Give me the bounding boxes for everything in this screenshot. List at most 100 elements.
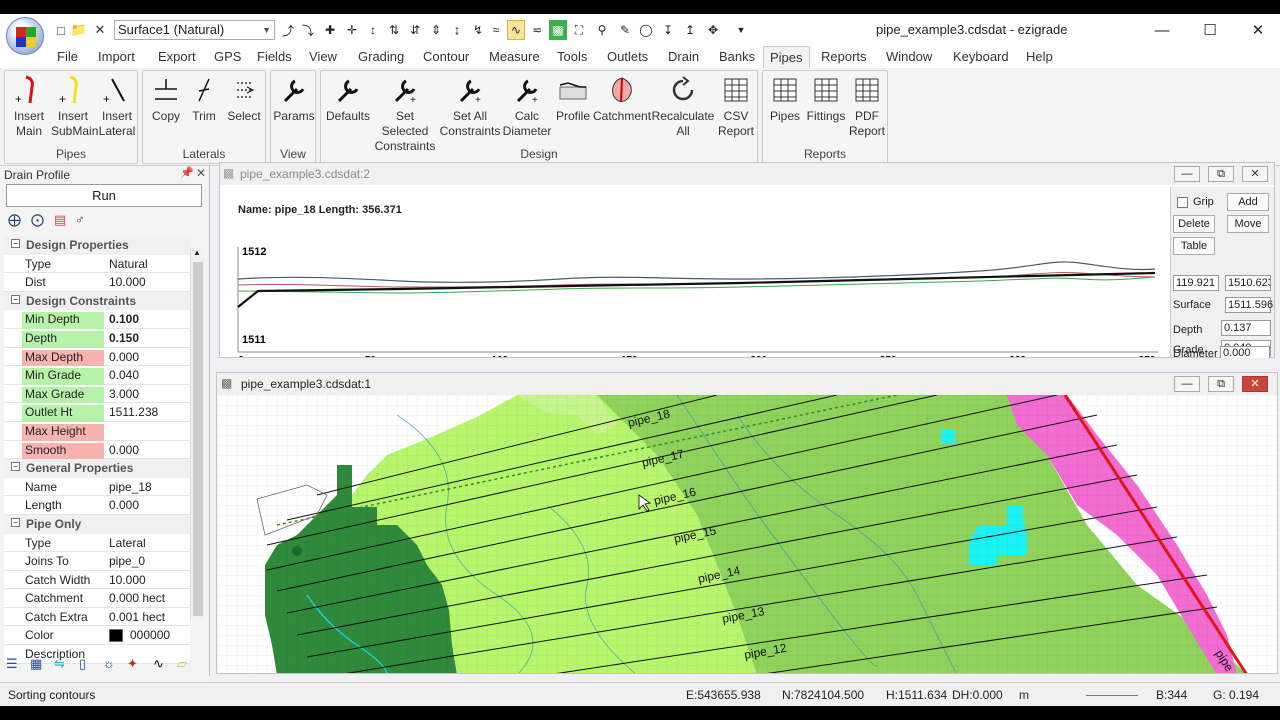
- height-tool-6-icon[interactable]: ↯: [469, 20, 487, 40]
- distance-field[interactable]: 119.921: [1173, 275, 1219, 291]
- scroll-up-icon[interactable]: ▲: [193, 248, 201, 257]
- bank-tool-icon[interactable]: ◯: [637, 20, 655, 40]
- table-button[interactable]: Table: [1173, 237, 1215, 255]
- property-row[interactable]: Depth 0.150: [4, 328, 190, 348]
- menu-import[interactable]: Import: [98, 49, 135, 64]
- new-file-icon[interactable]: □: [52, 21, 70, 39]
- window-close-icon[interactable]: ✕: [1238, 18, 1278, 42]
- add-point-icon[interactable]: ✚: [321, 20, 339, 40]
- menu-pipes[interactable]: Pipes: [763, 46, 810, 68]
- profile-restore-icon[interactable]: ⧉: [1208, 166, 1234, 182]
- panel-close-icon[interactable]: ✕: [196, 166, 206, 180]
- menu-reports[interactable]: Reports: [821, 49, 867, 64]
- menu-banks[interactable]: Banks: [719, 49, 755, 64]
- property-value[interactable]: 1511.238: [109, 405, 158, 419]
- recalculate-all-button[interactable]: Recalculate All: [651, 75, 715, 139]
- depth-field[interactable]: 0.137: [1221, 320, 1271, 336]
- pin-icon[interactable]: 📌: [180, 166, 194, 179]
- close-icon[interactable]: ✕: [91, 21, 109, 39]
- move-point-icon[interactable]: ✛: [343, 20, 361, 40]
- drain-tool-icon[interactable]: ∿: [507, 20, 525, 40]
- contour-tool-icon[interactable]: ≈: [487, 20, 505, 40]
- profile-minimize-icon[interactable]: —: [1174, 166, 1200, 182]
- property-value[interactable]: 0.000: [109, 443, 139, 457]
- trim-button[interactable]: Trim: [185, 75, 223, 124]
- property-value[interactable]: 10.000: [109, 275, 146, 289]
- property-value[interactable]: 0.000: [109, 350, 139, 364]
- property-row[interactable]: Max Height: [4, 421, 190, 441]
- property-value[interactable]: pipe_0: [109, 554, 145, 568]
- catchment-button[interactable]: Catchment: [593, 75, 651, 124]
- profile-window-titlebar[interactable]: ▩ pipe_example3.cdsdat:2 — ⧉ ✕: [220, 163, 1274, 185]
- diameter-field[interactable]: 0.000: [1220, 346, 1270, 358]
- menu-export[interactable]: Export: [158, 49, 196, 64]
- menu-grading[interactable]: Grading: [358, 49, 404, 64]
- pdf-report-button[interactable]: PDF Report: [847, 75, 887, 139]
- property-value[interactable]: 0.040: [109, 368, 139, 382]
- catchment-tool-icon[interactable]: ≂: [528, 20, 546, 40]
- property-value[interactable]: 0.150: [109, 331, 139, 345]
- surface-select[interactable]: Surface1 (Natural) ▼: [114, 20, 275, 40]
- points-icon[interactable]: ✦: [127, 656, 138, 672]
- height-tool-2-icon[interactable]: ⇅: [385, 20, 403, 40]
- property-value[interactable]: 0.000: [109, 498, 139, 512]
- property-row[interactable]: Catch Width 10.000: [4, 570, 190, 590]
- property-row[interactable]: Joins To pipe_0: [4, 552, 190, 571]
- alphabetical-icon[interactable]: ⨀: [31, 212, 44, 228]
- measure-icon[interactable]: ✎: [616, 20, 634, 40]
- property-row[interactable]: Min Grade 0.040: [4, 366, 190, 386]
- height-field[interactable]: 1510.623: [1225, 275, 1271, 291]
- map-close-icon[interactable]: ✕: [1242, 376, 1268, 392]
- grip-checkbox[interactable]: [1177, 197, 1188, 208]
- select-button[interactable]: Select: [223, 75, 265, 124]
- surface-field[interactable]: 1511.596: [1225, 297, 1273, 313]
- menu-outlets[interactable]: Outlets: [607, 49, 648, 64]
- height-tool-4-icon[interactable]: ⇕: [427, 20, 445, 40]
- edit-line-icon[interactable]: ⤵: [299, 20, 317, 40]
- zoom-extents-icon[interactable]: ⛶: [570, 20, 588, 40]
- map-minimize-icon[interactable]: —: [1174, 376, 1200, 392]
- copy-button[interactable]: Copy: [147, 75, 185, 124]
- layer-icon[interactable]: ▱: [177, 656, 187, 672]
- flow-icon[interactable]: ⇋: [54, 656, 65, 672]
- menu-file[interactable]: File: [57, 49, 78, 64]
- delete-button[interactable]: Delete: [1173, 215, 1215, 233]
- menu-gps[interactable]: GPS: [214, 49, 241, 64]
- property-category[interactable]: − General Properties: [4, 459, 190, 478]
- menu-measure[interactable]: Measure: [489, 49, 540, 64]
- list-icon[interactable]: ☰: [6, 656, 18, 672]
- gender-icon[interactable]: ♂: [75, 212, 85, 227]
- maximize-icon[interactable]: ☐: [1190, 18, 1230, 42]
- color-swatch[interactable]: [109, 629, 123, 643]
- defaults-button[interactable]: Defaults: [323, 75, 373, 124]
- height-tool-icon[interactable]: ↕: [364, 20, 382, 40]
- run-button[interactable]: Run: [6, 184, 202, 207]
- menu-view[interactable]: View: [309, 49, 337, 64]
- property-row[interactable]: Length 0.000: [4, 496, 190, 515]
- menu-contour[interactable]: Contour: [423, 49, 469, 64]
- insert-submain-button[interactable]: + Insert SubMain: [51, 75, 98, 139]
- zoom-icon[interactable]: ⚲: [593, 20, 611, 40]
- grid-icon[interactable]: ▦: [30, 656, 42, 672]
- target-icon[interactable]: ☼: [103, 656, 115, 671]
- map-layer-icon[interactable]: ▩: [549, 20, 567, 40]
- property-row[interactable]: Outlet Ht 1511.238: [4, 403, 190, 423]
- upload-icon[interactable]: ↥: [681, 20, 699, 40]
- property-category[interactable]: − Design Properties: [4, 236, 190, 255]
- property-scrollbar[interactable]: ▲: [190, 248, 204, 620]
- export-icon[interactable]: ↧: [659, 20, 677, 40]
- collapse-icon[interactable]: −: [11, 239, 20, 248]
- params-button[interactable]: Params: [273, 75, 315, 124]
- property-pages-icon[interactable]: ▤: [54, 212, 66, 228]
- fittings-report-button[interactable]: Fittings: [805, 75, 847, 124]
- property-value[interactable]: pipe_18: [109, 480, 152, 494]
- property-value[interactable]: 3.000: [109, 387, 139, 401]
- property-row[interactable]: Catch Extra 0.001 hect: [4, 607, 190, 627]
- toolbar-dropdown-icon[interactable]: ▼: [732, 20, 750, 40]
- profile-close-icon[interactable]: ✕: [1242, 166, 1268, 182]
- menu-keyboard[interactable]: Keyboard: [953, 49, 1009, 64]
- height-tool-5-icon[interactable]: ↨: [448, 20, 466, 40]
- property-row[interactable]: Max Grade 3.000: [4, 384, 190, 404]
- property-value[interactable]: 000000: [130, 628, 170, 642]
- menu-drain[interactable]: Drain: [668, 49, 699, 64]
